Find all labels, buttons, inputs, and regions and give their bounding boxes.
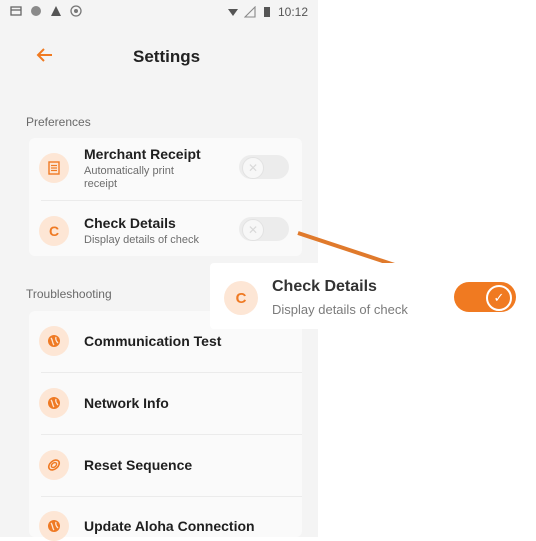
callout-check-details-subtitle: Display details of check	[272, 302, 408, 317]
callout-check-details-toggle[interactable]: ✓	[454, 282, 516, 312]
check-details-zoom-callout: C Check Details Display details of check…	[210, 263, 532, 329]
callout-check-details-badge: C	[224, 281, 258, 315]
callout-check-details-title: Check Details	[272, 278, 377, 295]
check-icon: ✓	[486, 285, 512, 311]
